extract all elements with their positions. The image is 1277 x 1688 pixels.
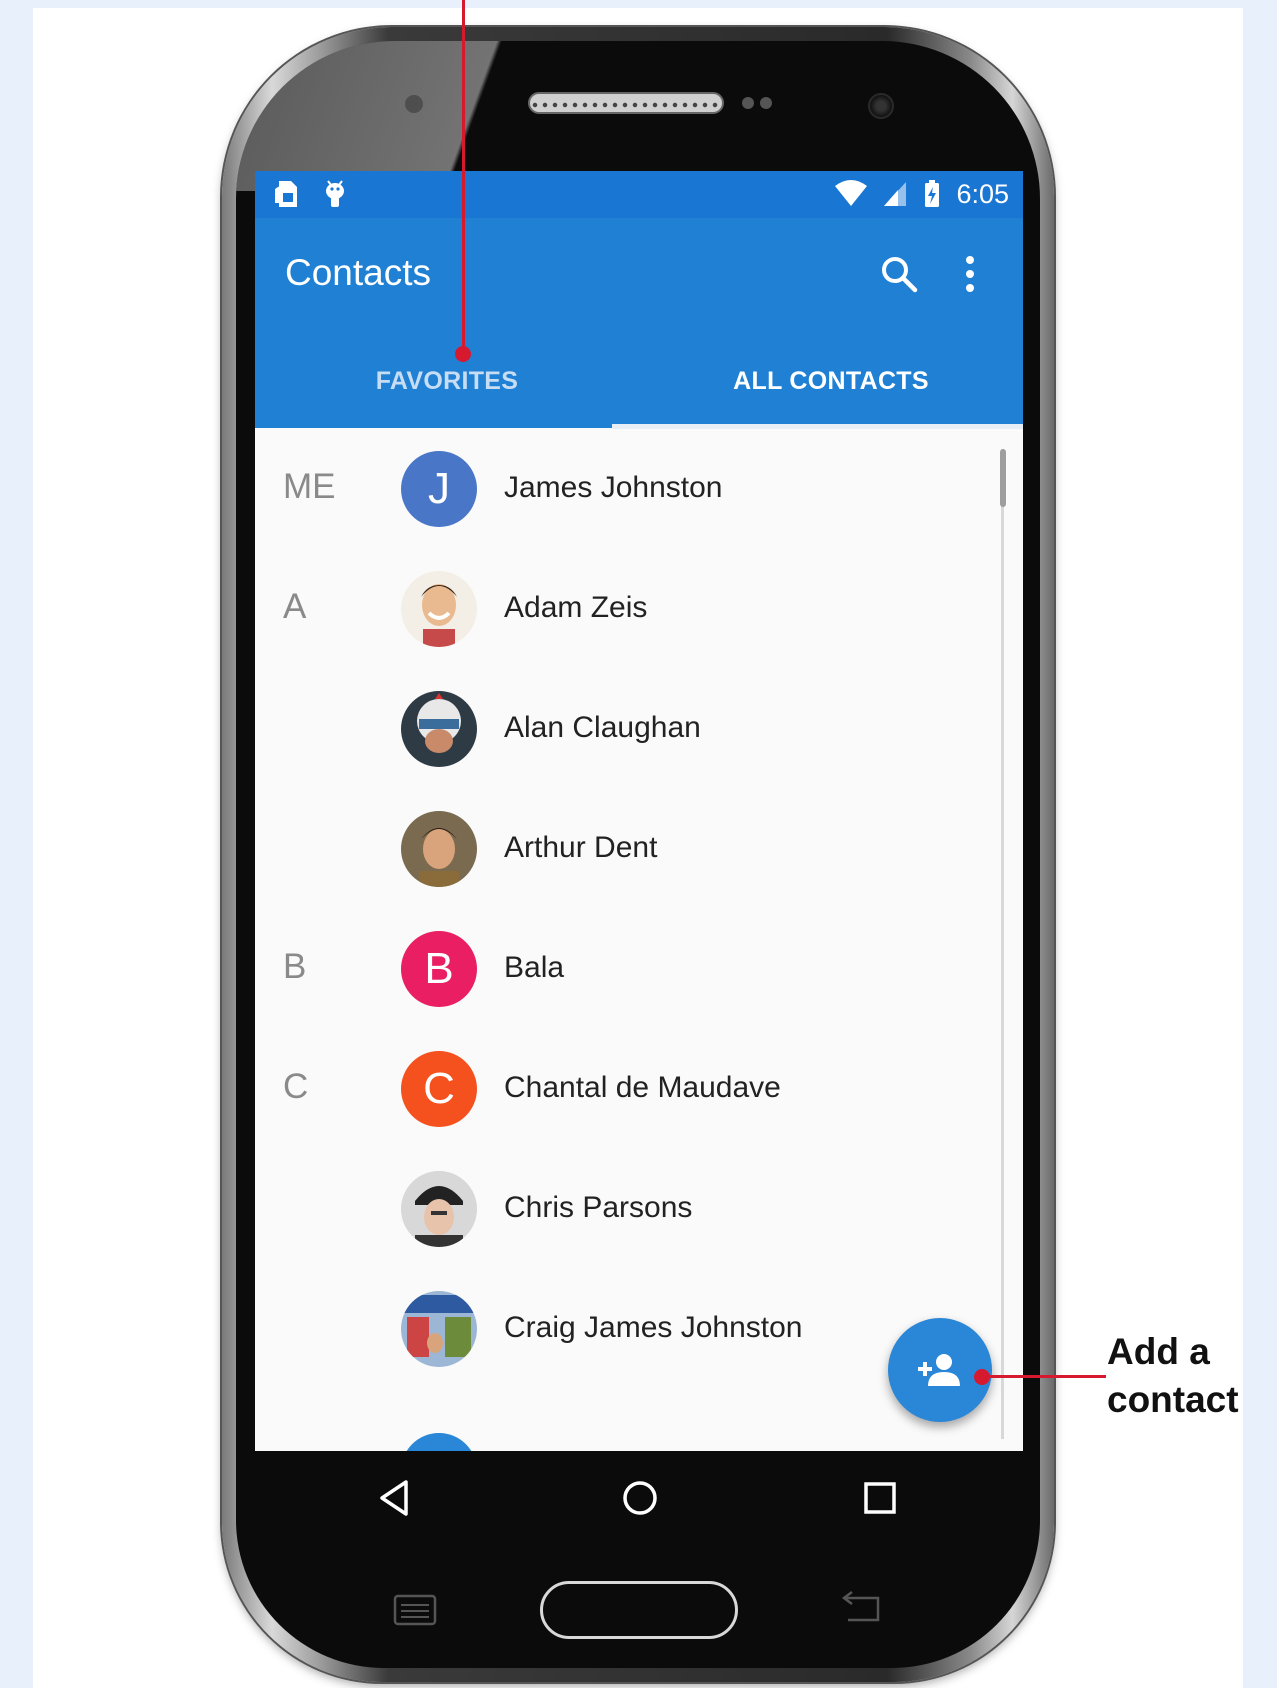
tab-favorites[interactable]: FAVORITES <box>255 334 639 428</box>
section-letter: B <box>283 947 307 986</box>
list-item[interactable]: B B Bala <box>255 909 1023 1029</box>
back-button[interactable] <box>370 1473 420 1523</box>
section-letter: A <box>283 587 307 626</box>
avatar-photo-icon <box>401 571 477 647</box>
earpiece-speaker <box>528 92 724 114</box>
proximity-sensor <box>405 95 423 113</box>
add-contact-callout-dot <box>974 1369 990 1385</box>
avatar: J <box>401 451 477 527</box>
scrollbar-thumb[interactable] <box>1000 449 1006 507</box>
avatar-photo-icon <box>401 691 477 767</box>
contact-name: Alan Claughan <box>504 711 701 744</box>
avatar-letter: C <box>423 1064 455 1113</box>
avatar <box>401 691 477 767</box>
contact-name: Arthur Dent <box>504 831 658 864</box>
section-letter: C <box>283 1067 309 1106</box>
menu-icon <box>393 1594 437 1626</box>
more-vert-icon <box>966 256 974 292</box>
list-item[interactable]: A Adam Zeis <box>255 549 1023 669</box>
home-button[interactable] <box>615 1473 665 1523</box>
navigation-bar <box>255 1451 1023 1546</box>
recents-button[interactable] <box>855 1473 905 1523</box>
android-debug-icon <box>326 180 344 207</box>
more-options-button[interactable] <box>955 250 985 298</box>
list-item[interactable]: Alan Claughan <box>255 669 1023 789</box>
scrollbar-track <box>1001 449 1004 1439</box>
avatar-letter: B <box>424 944 454 993</box>
contact-name: Adam Zeis <box>504 591 648 624</box>
front-camera <box>868 93 894 119</box>
callout-line-1: Add a <box>1107 1331 1210 1372</box>
page-title: Contacts <box>285 252 432 293</box>
app-bar: Contacts FAVORITES ALL CONTACTS <box>255 218 1023 428</box>
avatar-letter: J <box>428 464 450 513</box>
avatar <box>401 1433 477 1451</box>
sensor-dot <box>760 97 772 109</box>
avatar-photo-icon <box>401 811 477 887</box>
bezel-glare <box>236 41 656 191</box>
contact-name: Craig James Johnston <box>504 1311 803 1344</box>
return-icon <box>841 1591 880 1622</box>
favorites-callout-dot <box>455 346 471 362</box>
cell-signal-icon <box>884 182 907 206</box>
add-contact-callout-label: Add a contact <box>1107 1328 1277 1424</box>
contact-name: Chantal de Maudave <box>504 1071 781 1104</box>
status-time: 6:05 <box>956 179 1009 209</box>
status-bar: 6:05 <box>255 171 1023 218</box>
add-contact-callout-line <box>982 1375 1106 1378</box>
avatar: C <box>401 1051 477 1127</box>
section-letter: ME <box>283 467 336 506</box>
avatar-photo-icon <box>401 1171 477 1247</box>
person-add-icon <box>918 1354 960 1386</box>
recents-icon <box>864 1482 896 1514</box>
avatar <box>401 1291 477 1367</box>
avatar <box>401 571 477 647</box>
search-icon <box>882 257 918 293</box>
avatar <box>401 1171 477 1247</box>
hardware-menu-button[interactable] <box>393 1594 437 1626</box>
list-item[interactable]: ME J James Johnston <box>255 429 1023 549</box>
contact-name: Bala <box>504 951 565 984</box>
sensor-dot <box>742 97 754 109</box>
hardware-home-button[interactable] <box>540 1581 738 1639</box>
battery-charging-icon <box>925 180 940 207</box>
tab-all-contacts[interactable]: ALL CONTACTS <box>639 334 1023 428</box>
list-item[interactable]: Arthur Dent <box>255 789 1023 909</box>
wifi-icon <box>835 180 868 206</box>
callout-line-2: contact <box>1107 1379 1239 1420</box>
home-icon <box>623 1481 657 1515</box>
hardware-back-button[interactable] <box>838 1590 886 1626</box>
avatar: B <box>401 931 477 1007</box>
sim-card-icon <box>275 181 297 207</box>
screen: 6:05 Contacts FAVORITES ALL CONTACTS ME … <box>255 171 1023 1451</box>
list-item[interactable]: Chris Parsons <box>255 1149 1023 1269</box>
contact-name: Chris Parsons <box>504 1191 693 1224</box>
favorites-callout-line <box>462 0 465 355</box>
contact-name: James Johnston <box>504 471 723 504</box>
back-icon <box>380 1480 408 1516</box>
list-item[interactable]: C C Chantal de Maudave <box>255 1029 1023 1149</box>
avatar-photo-icon <box>401 1291 477 1367</box>
search-button[interactable] <box>875 250 923 298</box>
avatar <box>401 811 477 887</box>
